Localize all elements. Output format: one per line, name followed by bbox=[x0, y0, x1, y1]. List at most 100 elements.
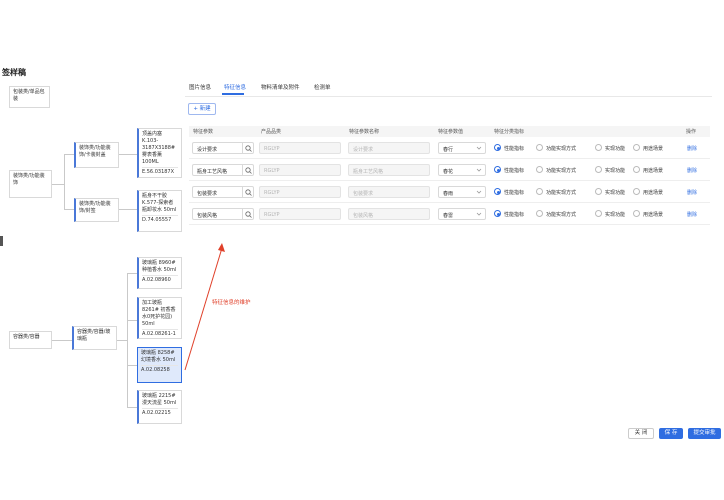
chevron-down-icon bbox=[476, 145, 482, 153]
delete-link[interactable]: 删除 bbox=[687, 211, 697, 218]
leaf-code: A.02.08258 bbox=[141, 365, 178, 374]
tree-node-label: 容器类/容器 bbox=[13, 334, 40, 340]
col-header: 特征参数值 bbox=[438, 129, 464, 135]
col-header: 特征分类指标 bbox=[494, 129, 525, 135]
search-icon[interactable] bbox=[242, 143, 253, 153]
param-value-select[interactable]: 春雨 bbox=[438, 186, 486, 198]
table-row: 瓶身工艺风格 RGLYP 瓶身工艺风格 春花 性能指标 功能实现方式 实现功能 用途场景… bbox=[189, 160, 710, 181]
leaf-code: D.74.05557 bbox=[142, 215, 178, 224]
search-icon[interactable] bbox=[242, 165, 253, 175]
tab-bom[interactable]: 物料清单及附件 bbox=[261, 83, 300, 91]
radio-0[interactable] bbox=[494, 210, 501, 217]
radio-label: 用途场景 bbox=[643, 212, 664, 218]
tree-node-packaging[interactable]: 包装类/单品包装 bbox=[9, 86, 50, 108]
category-field: RGLYP bbox=[259, 142, 341, 154]
save-button[interactable]: 保 存 bbox=[659, 428, 683, 439]
submit-approval-button[interactable]: 提交审批 bbox=[688, 428, 721, 439]
col-header: 特征参数名称 bbox=[349, 129, 380, 135]
col-header: 特征参数 bbox=[193, 129, 214, 135]
tree-leaf[interactable]: 玻璃瓶 2215#漫天流星 50ml A.02.02215 bbox=[137, 390, 182, 424]
tree-node-label: 装饰类/功能装饰 bbox=[13, 173, 45, 186]
radio-3[interactable] bbox=[633, 210, 640, 217]
radio-3[interactable] bbox=[633, 166, 640, 173]
tree-leaf[interactable]: 瓶身不干胶 K.577-探索者瓶卸妆水 50ml D.74.05557 bbox=[137, 190, 182, 232]
radio-label: 实现功能 bbox=[605, 212, 626, 218]
leaf-name: 玻璃瓶 2215#漫天流星 50ml bbox=[142, 393, 177, 406]
radio-label: 实现功能 bbox=[605, 190, 626, 196]
param-value: 春雨 bbox=[443, 191, 454, 197]
radio-3[interactable] bbox=[633, 188, 640, 195]
radio-2[interactable] bbox=[595, 144, 602, 151]
radio-label: 用途场景 bbox=[643, 190, 664, 196]
radio-1[interactable] bbox=[536, 144, 543, 151]
table-header: 特征参数 产品品类 特征参数名称 特征参数值 特征分类指标 操作 bbox=[189, 126, 710, 137]
feature-param-input[interactable]: 设计要求 bbox=[192, 142, 254, 154]
radio-1[interactable] bbox=[536, 188, 543, 195]
category-field: RGLYP bbox=[259, 208, 341, 220]
radio-2[interactable] bbox=[595, 188, 602, 195]
radio-label: 性能指标 bbox=[504, 168, 525, 174]
tree-node-container[interactable]: 容器类/容器 bbox=[9, 331, 52, 349]
leaf-name: 加工玻瓶 8261# 初香香水0死护花园) 50ml bbox=[142, 300, 176, 327]
table-row: 包装风格 RGLYP 包装风格 春雷 性能指标 功能实现方式 实现功能 用途场景 删除 bbox=[189, 204, 710, 225]
tab-feature-info[interactable]: 特征信息 bbox=[224, 83, 246, 91]
tab-divider bbox=[185, 96, 712, 97]
delete-link[interactable]: 删除 bbox=[687, 189, 697, 196]
param-value: 春行 bbox=[443, 147, 454, 153]
tab-image-info[interactable]: 图片信息 bbox=[189, 83, 211, 91]
delete-link[interactable]: 删除 bbox=[687, 145, 697, 152]
radio-label: 实现功能 bbox=[605, 168, 626, 174]
tree-node-label-seal[interactable]: 装饰类/功能装饰/封签 bbox=[74, 198, 119, 222]
new-button[interactable]: + 新建 bbox=[188, 103, 216, 115]
tree-node-cap-seal[interactable]: 装饰类/功能装饰/卡装封盖 bbox=[74, 142, 119, 168]
chevron-down-icon bbox=[476, 167, 482, 175]
feature-param-value: 设计要求 bbox=[197, 147, 218, 153]
category-value: RGLYP bbox=[264, 146, 280, 152]
feature-param-value: 瓶身工艺风格 bbox=[197, 169, 228, 175]
param-value-select[interactable]: 春行 bbox=[438, 142, 486, 154]
side-collapse-handle[interactable] bbox=[0, 236, 3, 246]
tab-inspection[interactable]: 检测单 bbox=[314, 83, 331, 91]
radio-label: 性能指标 bbox=[504, 190, 525, 196]
tree-node-decoration[interactable]: 装饰类/功能装饰 bbox=[9, 170, 52, 198]
param-value: 春雷 bbox=[443, 213, 454, 219]
search-icon[interactable] bbox=[242, 187, 253, 197]
tree-leaf-selected[interactable]: 玻璃瓶 8258# 幻境香水 50ml A.02.08258 bbox=[137, 347, 182, 383]
radio-3[interactable] bbox=[633, 144, 640, 151]
close-button[interactable]: 关 闭 bbox=[628, 428, 654, 439]
feature-param-input[interactable]: 包装风格 bbox=[192, 208, 254, 220]
leaf-code: A.02.02215 bbox=[142, 408, 178, 417]
tree-node-label: 包装类/单品包装 bbox=[13, 89, 45, 102]
radio-label: 功能实现方式 bbox=[546, 146, 577, 152]
tree-node-glass-bottle[interactable]: 容器类/容器/玻璃瓶 bbox=[72, 326, 117, 350]
category-value: RGLYP bbox=[264, 168, 280, 174]
feature-param-input[interactable]: 包装要求 bbox=[192, 186, 254, 198]
feature-param-input[interactable]: 瓶身工艺风格 bbox=[192, 164, 254, 176]
tree-leaf[interactable]: 玻璃瓶 8960# 种植香水 50ml A.02.08960 bbox=[137, 257, 182, 289]
leaf-name: 玻璃瓶 8960# 种植香水 50ml bbox=[142, 260, 177, 273]
search-icon[interactable] bbox=[242, 209, 253, 219]
table-row: 包装要求 RGLYP 包装要求 春雨 性能指标 功能实现方式 实现功能 用途场景 删除 bbox=[189, 182, 710, 203]
radio-2[interactable] bbox=[595, 210, 602, 217]
param-name-field: 设计要求 bbox=[348, 142, 430, 154]
tree-leaf[interactable]: 顶盖内塞 K.103-3187X3188#雾表香薰100ML E.56.03187… bbox=[137, 128, 182, 178]
radio-label: 功能实现方式 bbox=[546, 168, 577, 174]
param-value-select[interactable]: 春花 bbox=[438, 164, 486, 176]
category-field: RGLYP bbox=[259, 164, 341, 176]
param-value: 春花 bbox=[443, 169, 454, 175]
leaf-code: A.02.08960 bbox=[142, 275, 178, 284]
chevron-down-icon bbox=[476, 211, 482, 219]
radio-label: 性能指标 bbox=[504, 146, 525, 152]
radio-0[interactable] bbox=[494, 188, 501, 195]
radio-0[interactable] bbox=[494, 166, 501, 173]
tree-leaf[interactable]: 加工玻瓶 8261# 初香香水0死护花园) 50ml A.02.08261-1 bbox=[137, 297, 182, 339]
radio-1[interactable] bbox=[536, 166, 543, 173]
radio-1[interactable] bbox=[536, 210, 543, 217]
leaf-code: E.56.03187X bbox=[142, 167, 178, 176]
param-name-field: 包装风格 bbox=[348, 208, 430, 220]
radio-2[interactable] bbox=[595, 166, 602, 173]
param-name-value: 包装风格 bbox=[353, 213, 374, 219]
param-value-select[interactable]: 春雷 bbox=[438, 208, 486, 220]
radio-0[interactable] bbox=[494, 144, 501, 151]
delete-link[interactable]: 删除 bbox=[687, 167, 697, 174]
